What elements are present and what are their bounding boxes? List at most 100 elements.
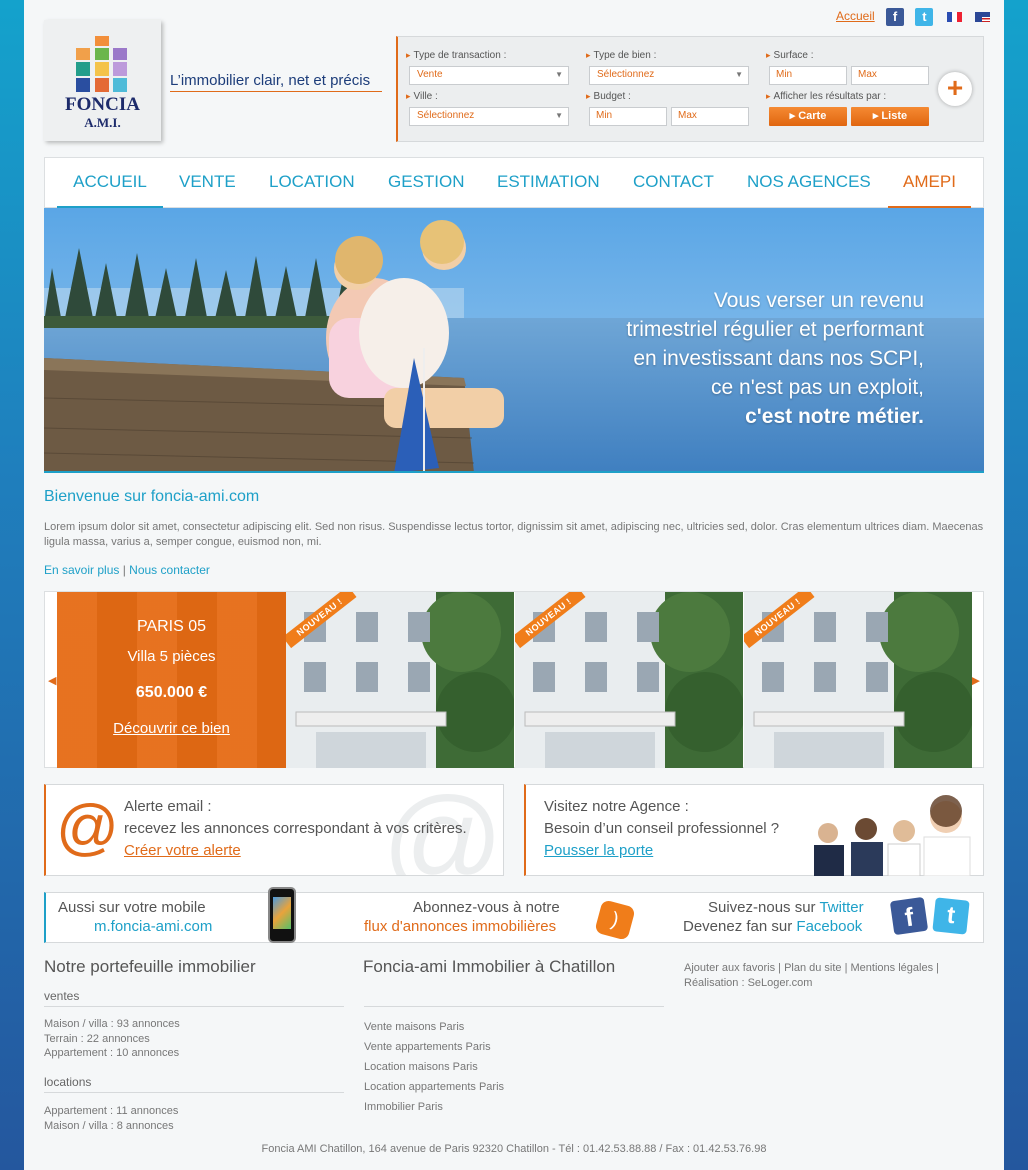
transaction-select[interactable]: Vente <box>409 66 569 85</box>
pousser-porte-link[interactable]: Pousser la porte <box>544 842 653 859</box>
us-flag-icon[interactable] <box>975 12 991 22</box>
featured-type: Villa 5 pièces <box>127 648 216 665</box>
social-strip: Aussi sur votre mobile m.foncia-ami.com … <box>44 887 984 943</box>
featured-cta[interactable]: Découvrir ce bien <box>57 720 286 737</box>
ville-select[interactable]: Sélectionnez <box>409 107 569 126</box>
at-icon: @ <box>56 793 119 862</box>
more-criteria-button[interactable]: + <box>938 72 972 106</box>
flux-link[interactable]: flux d'annonces immobilières <box>364 918 556 935</box>
logo-subname: A.M.I. <box>84 115 121 130</box>
featured-property[interactable]: PARIS 05 Villa 5 pièces 650.000 € Découv… <box>57 592 286 768</box>
location-maisons-paris-link[interactable]: Location maisons Paris <box>364 1057 504 1077</box>
nav-amepi[interactable]: AMEPI <box>888 172 971 209</box>
divider <box>364 1006 664 1007</box>
en-savoir-plus-link[interactable]: En savoir plus <box>44 563 119 577</box>
vente-maison-link[interactable]: Maison / villa : 93 annonces <box>44 1017 180 1032</box>
twitter-text: Suivez-nous sur Twitter <box>708 899 864 916</box>
tagline: L’immobilier clair, net et précis <box>170 72 382 92</box>
footer-col1-title: Notre portefeuille immobilier <box>44 957 256 976</box>
immobilier-paris-link[interactable]: Immobilier Paris <box>364 1097 504 1117</box>
bien-label: Type de bien : <box>586 50 657 61</box>
nav-accueil[interactable]: ACCUEIL <box>57 172 163 209</box>
surface-label: Surface : <box>766 50 814 61</box>
location-appartement-link[interactable]: Appartement : 11 annonces <box>44 1104 178 1119</box>
ville-label: Ville : <box>406 91 438 102</box>
nous-contacter-link[interactable]: Nous contacter <box>129 563 210 577</box>
results-label: Afficher les résultats par : <box>766 91 887 102</box>
carte-button[interactable]: ▸ Carte <box>769 107 847 126</box>
footer-col3: Ajouter aux favoris | Plan du site | Men… <box>684 961 939 990</box>
link-separator: | <box>119 563 130 577</box>
hero-line-1: Vous verser un revenu <box>713 289 924 312</box>
location-appartements-paris-link[interactable]: Location appartements Paris <box>364 1077 504 1097</box>
budget-max-input[interactable]: Max <box>671 107 749 126</box>
location-maison-link[interactable]: Maison / villa : 8 annonces <box>44 1119 178 1134</box>
rss-icon[interactable]: ) <box>594 899 636 941</box>
nav-vente[interactable]: VENTE <box>179 172 236 206</box>
budget-label: Budget : <box>586 91 631 102</box>
vente-maisons-paris-link[interactable]: Vente maisons Paris <box>364 1017 504 1037</box>
agence-text: Besoin d’un conseil professionnel ? <box>544 820 780 837</box>
mobile-text: Aussi sur votre mobile <box>58 899 206 916</box>
facebook-icon[interactable]: f <box>886 8 905 26</box>
divider <box>44 1092 344 1093</box>
vente-appartement-link[interactable]: Appartement : 10 annonces <box>44 1046 180 1061</box>
logo-icon <box>76 36 128 92</box>
nav-contact[interactable]: CONTACT <box>633 172 714 206</box>
ventes-list: Maison / villa : 93 annonces Terrain : 2… <box>44 1017 180 1061</box>
carousel-next-icon[interactable]: ▶ <box>972 674 980 687</box>
featured-city: PARIS 05 <box>136 618 207 635</box>
welcome-links: En savoir plus | Nous contacter <box>44 563 210 577</box>
facebook-text: Devenez fan sur Facebook <box>683 918 863 935</box>
hero-line-4: ce n'est pas un exploit, <box>711 376 924 399</box>
nav-estimation[interactable]: ESTIMATION <box>497 172 600 206</box>
alert-title: Alerte email : <box>124 798 212 815</box>
phone-icon <box>268 887 296 943</box>
footer-col2-links: Vente maisons Paris Vente appartements P… <box>364 1017 504 1117</box>
flux-text: Abonnez-vous à notre <box>413 899 560 916</box>
transaction-label: Type de transaction : <box>406 50 507 61</box>
nav-location[interactable]: LOCATION <box>269 172 355 206</box>
locations-list: Appartement : 11 annonces Maison / villa… <box>44 1104 178 1133</box>
hero-line-5: c'est notre métier. <box>745 405 924 428</box>
mobile-link[interactable]: m.foncia-ami.com <box>94 918 212 935</box>
logo[interactable]: FONCIA A.M.I. <box>44 20 161 141</box>
liste-button[interactable]: ▸ Liste <box>851 107 929 126</box>
bien-select[interactable]: Sélectionnez <box>589 66 749 85</box>
vente-appartements-paris-link[interactable]: Vente appartements Paris <box>364 1037 504 1057</box>
hero-banner[interactable]: Vous verser un revenu trimestriel réguli… <box>44 208 984 473</box>
divider <box>44 1006 344 1007</box>
realisation-credit[interactable]: Réalisation : SeLoger.com <box>684 976 939 991</box>
surface-max-input[interactable]: Max <box>851 66 929 85</box>
surface-min-input[interactable]: Min <box>769 66 847 85</box>
agence-box: Visitez notre Agence : Besoin d’un conse… <box>524 784 984 876</box>
nav-nos-agences[interactable]: NOS AGENCES <box>747 172 871 206</box>
ventes-label: ventes <box>44 989 80 1003</box>
home-link[interactable]: Accueil <box>836 9 875 23</box>
alert-box: @ @ Alerte email : recevez les annonces … <box>44 784 504 876</box>
property-thumb[interactable]: NOUVEAU ! <box>744 592 972 768</box>
twitter-large-icon[interactable]: t <box>932 897 970 935</box>
logo-name: FONCIA <box>65 94 140 115</box>
hero-text: Vous verser un revenu trimestriel réguli… <box>626 286 924 431</box>
twitter-icon[interactable]: t <box>915 8 934 26</box>
locations-label: locations <box>44 1075 92 1089</box>
property-thumb[interactable]: NOUVEAU ! <box>286 592 514 768</box>
hero-line-2: trimestriel régulier et performant <box>626 318 924 341</box>
create-alert-link[interactable]: Créer votre alerte <box>124 842 241 859</box>
hero-line-3: en investissant dans nos SCPI, <box>633 347 924 370</box>
budget-min-input[interactable]: Min <box>589 107 667 126</box>
property-carousel: ◀ ▶ PARIS 05 Villa 5 pièces 650.000 € Dé… <box>44 591 984 768</box>
french-flag-icon[interactable] <box>946 12 962 22</box>
nav-gestion[interactable]: GESTION <box>388 172 465 206</box>
footer-col2-title: Foncia-ami Immobilier à Chatillon <box>363 957 616 976</box>
main-nav: ACCUEIL VENTE LOCATION GESTION ESTIMATIO… <box>44 157 984 209</box>
facebook-large-icon[interactable]: f <box>889 896 929 936</box>
search-form: Type de transaction : Vente Type de bien… <box>396 36 984 142</box>
agents-photo <box>814 795 971 876</box>
property-thumb[interactable]: NOUVEAU ! <box>515 592 743 768</box>
vente-terrain-link[interactable]: Terrain : 22 annonces <box>44 1032 180 1047</box>
welcome-title: Bienvenue sur foncia-ami.com <box>44 488 260 505</box>
footer-utility-links[interactable]: Ajouter aux favoris | Plan du site | Men… <box>684 961 939 976</box>
carousel-prev-icon[interactable]: ◀ <box>48 674 56 687</box>
